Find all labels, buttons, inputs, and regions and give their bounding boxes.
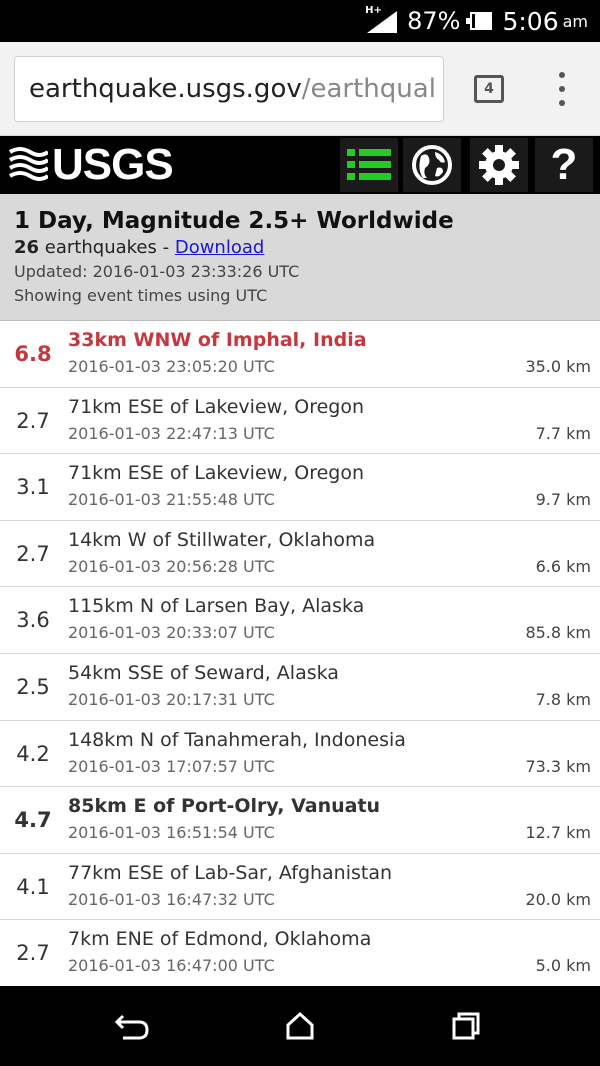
recents-icon (452, 1012, 480, 1040)
earthquake-time: 2016-01-03 20:33:07 UTC (68, 623, 275, 643)
earthquake-row[interactable]: 3.1 71km ESE of Lakeview, Oregon 2016-01-0… (0, 454, 600, 521)
clock-ampm: am (562, 11, 588, 31)
logo-text: USGS (52, 140, 174, 189)
earthquake-depth: 7.7 km (535, 423, 591, 443)
usgs-logo[interactable]: USGS (8, 140, 174, 189)
url-path: /earthqual (301, 74, 436, 104)
browser-menu-button[interactable] (555, 72, 569, 106)
earthquake-magnitude: 3.1 (16, 475, 50, 500)
earthquake-time: 2016-01-03 23:05:20 UTC (68, 357, 275, 376)
earthquake-time: 2016-01-03 21:55:48 UTC (68, 490, 275, 510)
globe-icon (412, 145, 452, 185)
earthquake-magnitude: 4.1 (16, 874, 50, 899)
earthquake-place: 54km SSE of Seward, Alaska (68, 661, 339, 684)
earthquake-time: 2016-01-03 20:56:28 UTC (68, 556, 275, 576)
earthquake-row[interactable]: 4.1 77km ESE of Lab-Sar, Afghanistan 2016-… (0, 853, 600, 921)
system-nav-bar (0, 986, 600, 1066)
status-bar: H+ 87% 5:06 am (0, 0, 600, 42)
earthquake-depth: 35.0 km (525, 357, 591, 376)
url-domain: earthquake.usgs.gov (29, 74, 302, 104)
earthquake-list: 6.8 33km WNW of Imphal, India 2016-01-03 2… (0, 321, 600, 987)
menu-dot (559, 86, 565, 92)
help-icon: ? (550, 140, 578, 189)
tab-switcher-button[interactable]: 4 (474, 75, 504, 103)
earthquake-depth: 7.8 km (535, 689, 591, 709)
gear-icon (479, 145, 519, 185)
home-button[interactable] (282, 1008, 318, 1044)
earthquake-magnitude: 4.2 (16, 741, 50, 766)
browser-toolbar: earthquake.usgs.gov/earthqual 4 (0, 42, 600, 136)
earthquake-row[interactable]: 2.7 7km ENE of Edmond, Oklahoma 2016-01-03… (0, 920, 600, 987)
earthquake-count: 26 earthquakes - Download (14, 236, 586, 260)
menu-dot (559, 100, 565, 106)
app-header: USGS ? (0, 136, 600, 194)
earthquake-place: 33km WNW of Imphal, India (68, 329, 367, 351)
list-view-button[interactable] (340, 138, 398, 192)
earthquake-place: 71km ESE of Lakeview, Oregon (68, 462, 365, 485)
battery-icon (466, 12, 493, 30)
settings-button[interactable] (470, 138, 528, 192)
earthquake-place: 148km N of Tanahmerah, Indonesia (68, 728, 406, 751)
signal-icon: H+ (365, 5, 398, 33)
earthquake-depth: 9.7 km (535, 490, 591, 510)
earthquake-row[interactable]: 3.6 115km N of Larsen Bay, Alaska 2016-01-… (0, 587, 600, 654)
earthquake-row[interactable]: 2.7 14km W of Stillwater, Oklahoma 2016-01… (0, 520, 600, 588)
earthquake-depth: 73.3 km (525, 756, 591, 776)
help-button[interactable]: ? (535, 138, 593, 192)
earthquake-magnitude: 2.7 (16, 941, 50, 966)
list-icon (347, 149, 391, 180)
back-button[interactable] (114, 1008, 150, 1044)
earthquake-time: 2016-01-03 17:07:57 UTC (68, 756, 275, 776)
earthquake-time: 2016-01-03 16:51:54 UTC (68, 823, 275, 843)
earthquake-magnitude: 2.7 (16, 408, 50, 433)
download-link[interactable]: Download (175, 237, 264, 258)
feed-title: 1 Day, Magnitude 2.5+ Worldwide (14, 208, 454, 234)
earthquake-time: 2016-01-03 22:47:13 UTC (68, 423, 275, 443)
map-view-button[interactable] (403, 138, 461, 192)
menu-dot (559, 72, 565, 78)
earthquake-time: 2016-01-03 16:47:00 UTC (68, 956, 275, 976)
updated-time: Updated: 2016-01-03 23:33:26 UTC (14, 262, 300, 281)
earthquake-magnitude: 2.5 (16, 674, 50, 699)
count-separator: - (156, 237, 175, 258)
earthquake-place: 71km ESE of Lakeview, Oregon (68, 395, 365, 418)
earthquake-time: 2016-01-03 20:17:31 UTC (68, 689, 275, 709)
earthquake-row[interactable]: 4.7 85km E of Port-Olry, Vanuatu 2016-01-0… (0, 787, 600, 854)
earthquake-place: 14km W of Stillwater, Oklahoma (68, 528, 376, 551)
url-bar[interactable]: earthquake.usgs.gov/earthqual (14, 56, 444, 122)
earthquake-depth: 5.0 km (535, 956, 591, 976)
earthquake-magnitude: 4.7 (14, 808, 52, 833)
earthquake-row[interactable]: 2.7 71km ESE of Lakeview, Oregon 2016-01-0… (0, 387, 600, 455)
earthquake-depth: 6.6 km (535, 556, 591, 576)
earthquake-time: 2016-01-03 16:47:32 UTC (68, 889, 275, 909)
earthquake-row[interactable]: 6.8 33km WNW of Imphal, India 2016-01-03 2… (0, 321, 600, 388)
earthquake-depth: 85.8 km (525, 623, 591, 643)
earthquake-place: 7km ENE of Edmond, Oklahoma (68, 928, 372, 951)
earthquake-place: 115km N of Larsen Bay, Alaska (68, 595, 365, 618)
earthquake-depth: 12.7 km (525, 823, 591, 843)
home-icon (286, 1011, 314, 1040)
feed-summary: 1 Day, Magnitude 2.5+ Worldwide 26 earth… (0, 194, 600, 321)
earthquake-magnitude: 2.7 (16, 541, 50, 566)
usgs-wave-icon (8, 147, 48, 181)
earthquake-magnitude: 6.8 (14, 342, 52, 366)
timezone-note: Showing event times using UTC (14, 286, 268, 305)
back-icon (115, 1014, 149, 1040)
earthquake-row[interactable]: 2.5 54km SSE of Seward, Alaska 2016-01-03 … (0, 653, 600, 721)
battery-percent: 87% (407, 7, 461, 35)
clock: 5:06 (502, 6, 559, 36)
count-label: earthquakes (44, 237, 157, 258)
earthquake-depth: 20.0 km (525, 889, 591, 909)
earthquake-place: 77km ESE of Lab-Sar, Afghanistan (68, 861, 393, 884)
earthquake-place: 85km E of Port-Olry, Vanuatu (68, 795, 381, 818)
earthquake-magnitude: 3.6 (16, 608, 50, 633)
count-value: 26 (14, 237, 40, 258)
recents-button[interactable] (448, 1008, 484, 1044)
earthquake-row[interactable]: 4.2 148km N of Tanahmerah, Indonesia 2016-… (0, 720, 600, 788)
